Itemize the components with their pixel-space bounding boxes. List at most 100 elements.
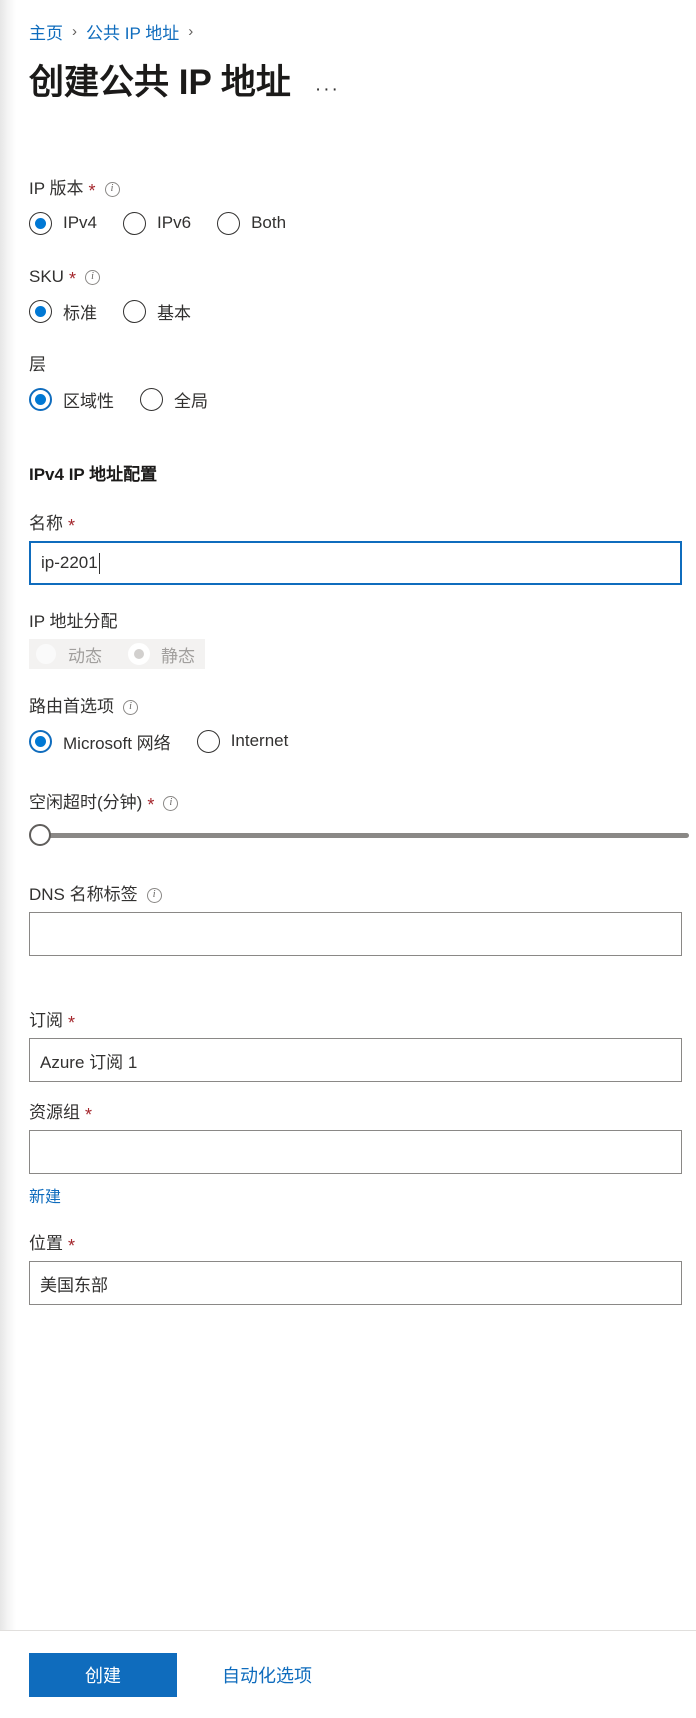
blade-content: 主页 › 公共 IP 地址 › 创建公共 IP 地址 ··· IP 版本 * i <box>0 0 696 1359</box>
radio-label: Internet <box>230 731 289 750</box>
required-asterisk: * <box>68 516 76 536</box>
ip-version-label-row: IP 版本 * i <box>29 178 696 200</box>
create-button[interactable]: 创建 <box>29 1652 177 1697</box>
routing-preference-label: 路由首选项 <box>29 697 114 716</box>
radio-label: 基本 <box>157 303 191 323</box>
name-label-row: 名称 * <box>29 513 696 535</box>
radio-label: IPv6 <box>157 213 192 232</box>
radio-mark-icon <box>29 729 52 753</box>
dns-name-label: DNS 名称标签 <box>29 885 138 904</box>
subscription-label: 订阅 <box>29 1011 63 1030</box>
radio-sku-basic[interactable]: 基本 <box>123 299 191 324</box>
text-caret <box>98 552 100 574</box>
radio-label: Microsoft 网络 <box>63 733 171 753</box>
name-input-value: ip-2201 <box>41 553 98 572</box>
automation-options-link[interactable]: 自动化选项 <box>222 1662 312 1688</box>
required-asterisk: * <box>147 795 155 815</box>
ip-version-radio-group[interactable]: IPv4 IPv6 Both <box>29 206 696 240</box>
radio-label: 静态 <box>161 646 195 666</box>
field-resource-group: 资源组 * 新建 <box>29 1102 696 1207</box>
radio-mark-icon <box>140 387 163 411</box>
subscription-dropdown[interactable]: Azure 订阅 1 <box>29 1038 682 1082</box>
location-dropdown[interactable]: 美国东部 <box>29 1261 682 1305</box>
tier-label: 层 <box>29 355 46 374</box>
subscription-label-row: 订阅 * <box>29 1010 696 1032</box>
sku-radio-group[interactable]: 标准 基本 <box>29 294 696 328</box>
radio-ip-assignment-static: 静态 <box>128 642 195 667</box>
sku-label: SKU <box>29 267 64 286</box>
ip-assignment-label-row: IP 地址分配 <box>29 611 696 633</box>
dns-name-input[interactable] <box>29 912 682 956</box>
field-sku: SKU * i 标准 基本 <box>29 266 696 328</box>
breadcrumb-item-home[interactable]: 主页 <box>29 19 63 44</box>
radio-label: 标准 <box>63 303 97 323</box>
field-subscription: 订阅 * Azure 订阅 1 <box>29 1010 696 1082</box>
tier-label-row: 层 <box>29 354 696 376</box>
name-input[interactable]: ip-2201 <box>29 541 682 585</box>
resource-group-dropdown[interactable] <box>29 1130 682 1174</box>
page-title: 创建公共 IP 地址 <box>29 63 291 102</box>
create-new-resource-group-link[interactable]: 新建 <box>29 1183 61 1207</box>
slider-track[interactable] <box>40 832 689 838</box>
radio-ip-assignment-dynamic: 动态 <box>35 642 102 667</box>
location-label: 位置 <box>29 1234 63 1253</box>
resource-group-label-row: 资源组 * <box>29 1102 696 1124</box>
required-asterisk: * <box>88 181 96 201</box>
field-tier: 层 区域性 全局 <box>29 354 696 416</box>
ip-version-label: IP 版本 <box>29 179 84 198</box>
info-icon[interactable]: i <box>84 269 100 285</box>
radio-mark-icon <box>128 643 150 665</box>
routing-preference-radio-group[interactable]: Microsoft 网络 Internet <box>29 724 696 758</box>
info-icon[interactable]: i <box>146 887 162 903</box>
subscription-value: Azure 订阅 1 <box>40 1052 138 1072</box>
radio-tier-global[interactable]: 全局 <box>140 387 208 412</box>
location-value: 美国东部 <box>40 1275 108 1295</box>
ip-assignment-radio-group: 动态 静态 <box>29 639 205 669</box>
tier-radio-group[interactable]: 区域性 全局 <box>29 382 696 416</box>
radio-mark-icon <box>196 729 220 753</box>
resource-group-label: 资源组 <box>29 1103 80 1122</box>
radio-routing-internet[interactable]: Internet <box>196 729 289 753</box>
radio-ip-version-both[interactable]: Both <box>217 211 287 235</box>
field-ip-assignment: IP 地址分配 动态 静态 <box>29 611 696 670</box>
breadcrumb-separator-icon-2: › <box>188 22 194 40</box>
idle-timeout-slider[interactable] <box>29 820 689 850</box>
radio-mark-icon <box>217 211 241 235</box>
create-public-ip-blade: 主页 › 公共 IP 地址 › 创建公共 IP 地址 ··· IP 版本 * i <box>0 0 696 1718</box>
ip-assignment-label: IP 地址分配 <box>29 612 118 631</box>
radio-mark-icon <box>29 299 52 323</box>
radio-ip-version-ipv4[interactable]: IPv4 <box>29 211 97 235</box>
more-options-icon[interactable]: ··· <box>315 66 340 100</box>
breadcrumb-item-public-ip[interactable]: 公共 IP 地址 <box>86 19 179 44</box>
radio-label: 区域性 <box>63 391 114 411</box>
radio-mark-icon <box>29 211 52 235</box>
idle-timeout-label: 空闲超时(分钟) <box>29 793 143 812</box>
info-icon[interactable]: i <box>104 181 120 197</box>
name-label: 名称 <box>29 514 63 533</box>
radio-routing-microsoft-network[interactable]: Microsoft 网络 <box>29 729 171 754</box>
section-heading-ipv4-config: IPv4 IP 地址配置 <box>29 465 158 484</box>
location-label-row: 位置 * <box>29 1233 696 1255</box>
required-asterisk: * <box>68 269 76 289</box>
required-asterisk: * <box>85 1105 93 1125</box>
radio-sku-standard[interactable]: 标准 <box>29 299 97 324</box>
radio-mark-icon <box>123 299 146 323</box>
slider-thumb[interactable] <box>29 824 51 846</box>
info-icon[interactable]: i <box>123 699 138 715</box>
radio-label: Both <box>251 213 287 232</box>
info-icon[interactable]: i <box>163 795 179 811</box>
field-dns-name-label: DNS 名称标签 i <box>29 884 696 956</box>
field-ip-version: IP 版本 * i IPv4 IPv6 Both <box>29 178 696 240</box>
radio-ip-version-ipv6[interactable]: IPv6 <box>123 211 192 235</box>
field-location: 位置 * 美国东部 <box>29 1233 696 1305</box>
routing-preference-label-row: 路由首选项 i <box>29 696 696 718</box>
radio-tier-regional[interactable]: 区域性 <box>29 387 114 412</box>
